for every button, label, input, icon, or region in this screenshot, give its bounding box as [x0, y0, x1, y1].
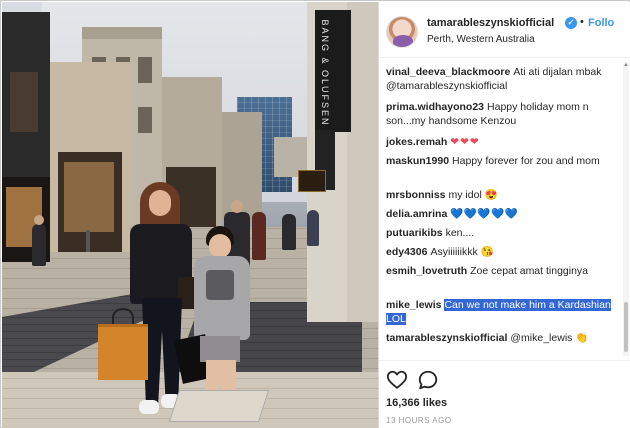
comment-item: maskun1990 Happy forever for zou and mom: [386, 155, 618, 169]
verified-badge-icon: ✓: [565, 17, 577, 29]
comment-username[interactable]: putuarikibs: [386, 227, 443, 239]
post-sidebar: tamarableszynskiofficial ✓ • Follo Perth…: [379, 2, 630, 428]
location-link[interactable]: Perth, Western Australia: [427, 34, 535, 45]
photo-bystander: [252, 212, 266, 260]
photo-bollard: [86, 230, 90, 252]
comment-username[interactable]: mrsbonniss: [386, 189, 446, 201]
post-frame: BANG & OLUFSEN tamarableszynskiofficial …: [0, 0, 630, 428]
comment-username[interactable]: vinal_deeva_blackmoore: [386, 66, 510, 78]
post-header: tamarableszynskiofficial ✓ • Follo Perth…: [379, 2, 630, 58]
comment-item: delia.amrina 💙💙💙💙💙: [386, 208, 618, 222]
scroll-up-arrow-icon[interactable]: ▲: [623, 62, 629, 68]
comment-item: mrsbonniss my idol 😍: [386, 189, 618, 203]
comment-username[interactable]: jokes.remah: [386, 136, 447, 148]
photo-shop-sign: [298, 170, 326, 192]
comment-item: prima.widhayono23 Happy holiday mom n son…: [386, 101, 618, 128]
photo-brand-banner: BANG & OLUFSEN: [315, 10, 351, 132]
comment-username[interactable]: mike_lewis: [386, 299, 441, 311]
comment-scrollbar-thumb[interactable]: [624, 302, 628, 352]
comment-text: ken....: [445, 227, 475, 239]
comment-text: Happy forever for zou and mom: [452, 155, 600, 167]
photo-bystander-head: [231, 200, 243, 213]
comment-username[interactable]: tamarableszynskiofficial: [386, 332, 507, 344]
photo-bystander: [32, 224, 46, 266]
photo-orange-shopping-bag: [98, 324, 148, 380]
comment-item: esmih_lovetruth Zoe cepat amat tingginya: [386, 265, 618, 279]
post-photo[interactable]: BANG & OLUFSEN: [2, 2, 378, 428]
comment-username[interactable]: delia.amrina: [386, 208, 447, 220]
comment-item: jokes.remah ❤❤❤: [386, 136, 618, 150]
comment-username[interactable]: maskun1990: [386, 155, 449, 167]
follow-button[interactable]: Follo: [588, 17, 614, 29]
photo-bystander: [307, 210, 319, 246]
banner-text: BANG & OLUFSEN: [320, 19, 330, 127]
post-timestamp[interactable]: 13 HOURS AGO: [386, 416, 452, 425]
comment-item: mike_lewis Can we not make him a Kardashi…: [386, 299, 618, 326]
photo-hoodie-print: [206, 270, 234, 300]
comment-list[interactable]: vinal_deeva_blackmoore Ati ati dijalan mb…: [379, 58, 624, 358]
comment-text: ❤❤❤: [450, 136, 480, 148]
comment-username[interactable]: prima.widhayono23: [386, 101, 484, 113]
photo-bystander: [282, 214, 296, 250]
photo-bystander-head: [34, 215, 44, 225]
comment-username[interactable]: edy4306: [386, 246, 427, 258]
comment-icon[interactable]: [417, 369, 439, 391]
comment-text: my idol 😍: [448, 189, 498, 201]
photo-woman-face: [149, 190, 171, 216]
header-username[interactable]: tamarableszynskiofficial: [427, 17, 554, 29]
comment-text: Asyiiiiiikkk 😘: [430, 246, 494, 258]
heart-icon[interactable]: [386, 369, 408, 391]
photo-ground-plaque: [168, 390, 270, 422]
photo-boy-face: [209, 234, 231, 258]
header-separator: •: [580, 16, 584, 28]
comment-text: @mike_lewis 👏: [510, 332, 589, 344]
post-actions: 16,366 likes 13 HOURS AGO: [379, 360, 630, 428]
photo-cream-building: [50, 62, 130, 252]
comment-item: vinal_deeva_blackmoore Ati ati dijalan mb…: [386, 66, 618, 93]
comment-username[interactable]: esmih_lovetruth: [386, 265, 467, 277]
likes-count[interactable]: 16,366 likes: [386, 397, 447, 409]
photo-boy-shorts: [200, 336, 240, 362]
photo-sneaker: [139, 400, 159, 414]
comment-item: edy4306 Asyiiiiiikkk 😘: [386, 246, 618, 260]
comment-text: 💙💙💙💙💙: [450, 208, 519, 220]
comment-item: putuarikibs ken....: [386, 227, 618, 241]
comment-item: tamarableszynskiofficial @mike_lewis 👏: [386, 332, 618, 346]
comment-text: Zoe cepat amat tingginya: [470, 265, 589, 277]
avatar[interactable]: [386, 16, 418, 48]
